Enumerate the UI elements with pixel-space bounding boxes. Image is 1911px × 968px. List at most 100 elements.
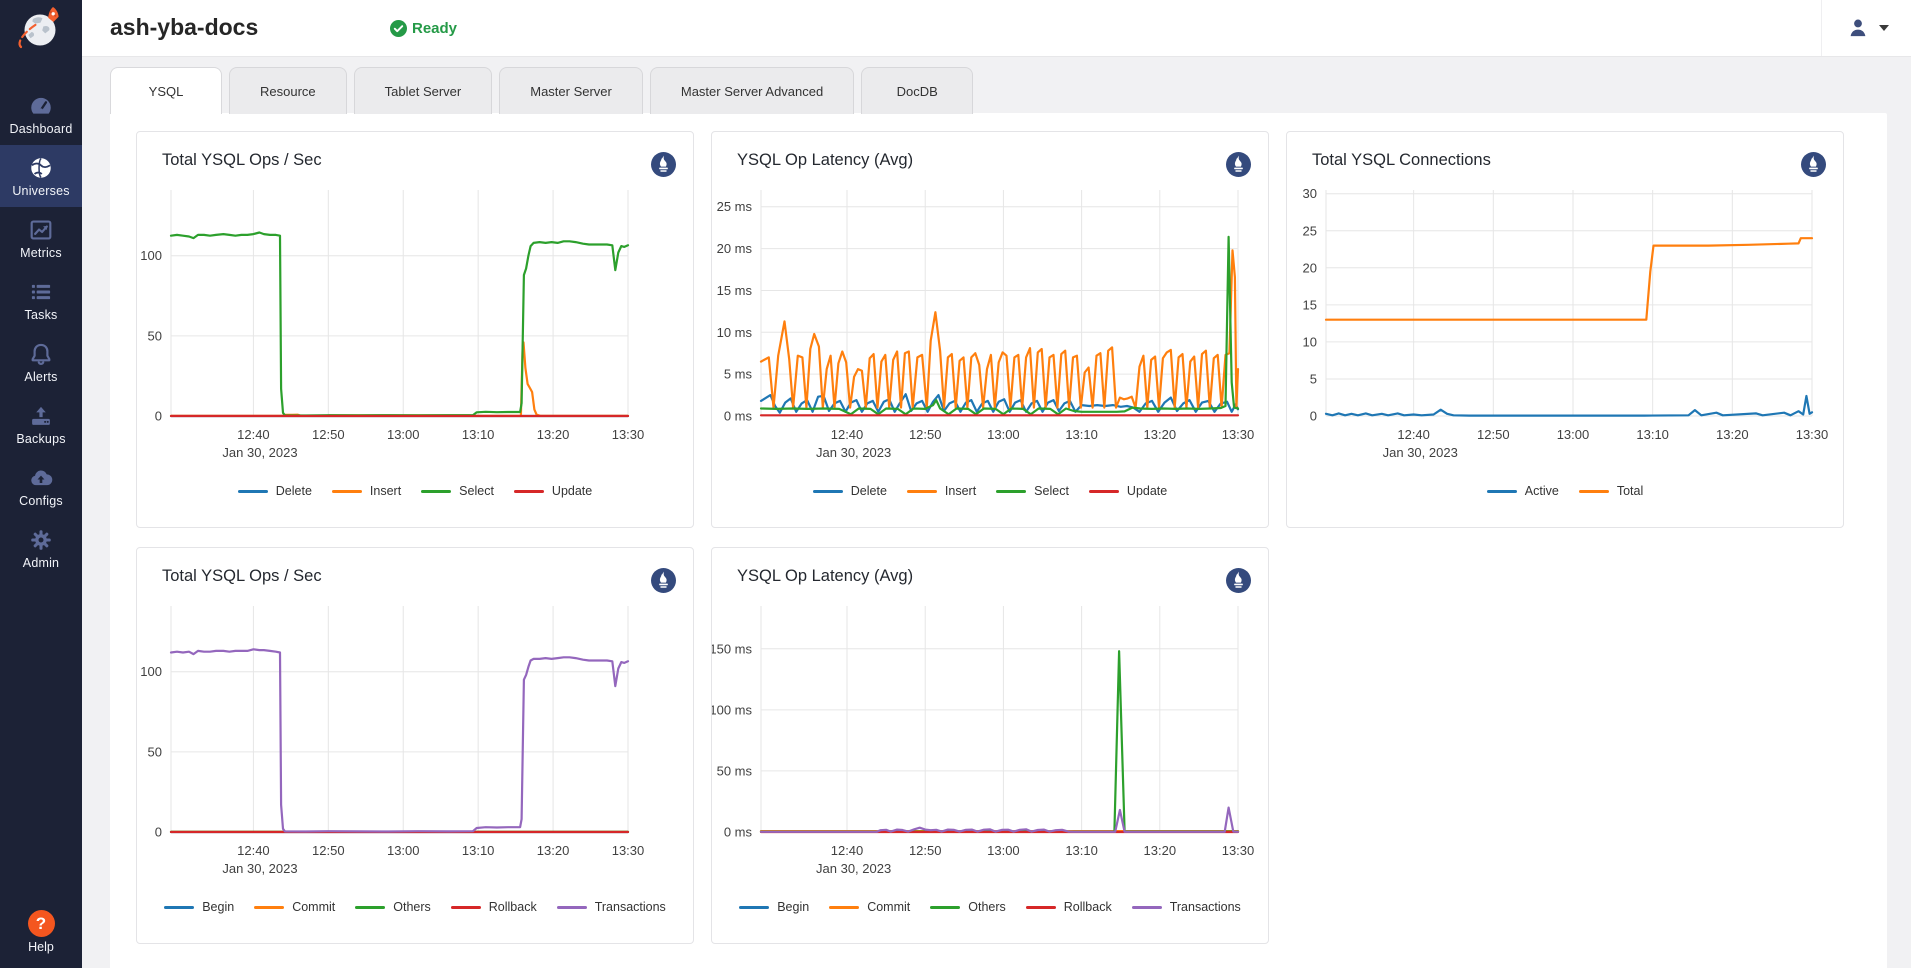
x-tick-label: 12:50 bbox=[909, 427, 942, 442]
y-tick-label: 15 bbox=[1303, 297, 1317, 312]
legend-swatch bbox=[557, 906, 587, 909]
legend-item-delete[interactable]: Delete bbox=[813, 484, 887, 498]
status-label: Ready bbox=[412, 20, 457, 37]
y-tick-label: 100 bbox=[140, 664, 162, 679]
legend-item-update[interactable]: Update bbox=[1089, 484, 1167, 498]
tab-tablet-server[interactable]: Tablet Server bbox=[354, 67, 493, 114]
x-tick-label: 12:50 bbox=[312, 843, 345, 858]
tab-master-server[interactable]: Master Server bbox=[499, 67, 643, 114]
admin-icon bbox=[28, 527, 54, 553]
x-tick-label: 13:20 bbox=[537, 843, 570, 858]
chart-legend: Delete Insert Select Update bbox=[712, 484, 1268, 498]
x-tick-label: 13:00 bbox=[987, 843, 1020, 858]
legend-item-commit[interactable]: Commit bbox=[254, 900, 335, 914]
chart-legend: Begin Commit Others Rollback Transactions bbox=[137, 900, 693, 914]
legend-label: Total bbox=[1617, 484, 1643, 498]
x-tick-label: 12:40 bbox=[237, 427, 270, 442]
sidebar-item-help[interactable]: ? Help bbox=[0, 910, 82, 954]
sidebar-item-tasks[interactable]: Tasks bbox=[0, 269, 82, 331]
sidebar-item-alerts[interactable]: Alerts bbox=[0, 331, 82, 393]
legend-swatch bbox=[813, 490, 843, 493]
legend-label: Transactions bbox=[1170, 900, 1241, 914]
legend-item-delete[interactable]: Delete bbox=[238, 484, 312, 498]
legend-label: Update bbox=[552, 484, 592, 498]
series-line-others bbox=[761, 651, 1238, 831]
prometheus-icon[interactable] bbox=[650, 151, 677, 178]
legend-item-select[interactable]: Select bbox=[996, 484, 1069, 498]
help-label: Help bbox=[0, 940, 82, 954]
status-badge: Ready bbox=[390, 20, 457, 37]
legend-label: Select bbox=[1034, 484, 1069, 498]
legend-label: Begin bbox=[202, 900, 234, 914]
legend-item-transactions[interactable]: Transactions bbox=[557, 900, 666, 914]
x-tick-label: 13:30 bbox=[1222, 843, 1255, 858]
x-tick-label: 13:20 bbox=[1144, 843, 1177, 858]
prometheus-icon[interactable] bbox=[1225, 567, 1252, 594]
chart-title: Total YSQL Ops / Sec bbox=[162, 567, 322, 586]
y-tick-label: 50 ms bbox=[717, 763, 753, 778]
chart-card-4: YSQL Op Latency (Avg)0 ms50 ms100 ms150 … bbox=[711, 547, 1269, 944]
legend-item-transactions[interactable]: Transactions bbox=[1132, 900, 1241, 914]
series-line-insert bbox=[171, 342, 628, 416]
legend-item-begin[interactable]: Begin bbox=[739, 900, 809, 914]
chart-title: Total YSQL Ops / Sec bbox=[162, 151, 322, 170]
chart-plot: 0 ms5 ms10 ms15 ms20 ms25 ms12:4012:5013… bbox=[712, 178, 1268, 470]
universe-title: ash-yba-docs bbox=[110, 14, 258, 41]
prometheus-icon[interactable] bbox=[1225, 151, 1252, 178]
x-tick-label: 13:10 bbox=[1065, 843, 1098, 858]
legend-item-total[interactable]: Total bbox=[1579, 484, 1643, 498]
chart-title: Total YSQL Connections bbox=[1312, 151, 1491, 170]
x-tick-label: 12:50 bbox=[909, 843, 942, 858]
yugabyte-logo-icon[interactable] bbox=[0, 0, 82, 57]
chart-card-header: Total YSQL Ops / Sec bbox=[137, 132, 693, 178]
sidebar-item-configs[interactable]: Configs bbox=[0, 455, 82, 517]
sidebar-item-metrics[interactable]: Metrics bbox=[0, 207, 82, 269]
legend-item-active[interactable]: Active bbox=[1487, 484, 1559, 498]
help-icon: ? bbox=[28, 910, 55, 937]
legend-item-rollback[interactable]: Rollback bbox=[1026, 900, 1112, 914]
legend-label: Others bbox=[968, 900, 1006, 914]
screen: DashboardUniversesMetrics Tasks AlertsBack… bbox=[0, 0, 1911, 968]
legend-item-rollback[interactable]: Rollback bbox=[451, 900, 537, 914]
y-tick-label: 20 bbox=[1303, 260, 1317, 275]
sidebar-item-dashboard[interactable]: Dashboard bbox=[0, 83, 82, 145]
x-tick-label: 13:10 bbox=[462, 427, 495, 442]
sidebar-item-label: Admin bbox=[0, 556, 82, 570]
tab-master-server-advanced[interactable]: Master Server Advanced bbox=[650, 67, 854, 114]
y-tick-label: 20 ms bbox=[717, 241, 753, 256]
tab-docdb[interactable]: DocDB bbox=[861, 67, 973, 114]
legend-item-update[interactable]: Update bbox=[514, 484, 592, 498]
sidebar-item-universes[interactable]: Universes bbox=[0, 145, 82, 207]
legend-item-begin[interactable]: Begin bbox=[164, 900, 234, 914]
sidebar-item-label: Tasks bbox=[0, 308, 82, 322]
legend-swatch bbox=[238, 490, 268, 493]
user-menu[interactable] bbox=[1821, 0, 1911, 56]
legend-swatch bbox=[1132, 906, 1162, 909]
sidebar-item-backups[interactable]: Backups bbox=[0, 393, 82, 455]
legend-item-select[interactable]: Select bbox=[421, 484, 494, 498]
y-tick-label: 0 bbox=[155, 409, 162, 424]
legend-swatch bbox=[421, 490, 451, 493]
chart-card-header: Total YSQL Connections bbox=[1287, 132, 1843, 178]
x-tick-label: 13:30 bbox=[1796, 427, 1829, 442]
legend-swatch bbox=[1487, 490, 1517, 493]
legend-item-insert[interactable]: Insert bbox=[907, 484, 976, 498]
legend-item-insert[interactable]: Insert bbox=[332, 484, 401, 498]
chart-cards: Total YSQL Ops / Sec05010012:4012:5013:0… bbox=[136, 131, 1848, 944]
y-tick-label: 100 ms bbox=[712, 702, 752, 717]
legend-item-commit[interactable]: Commit bbox=[829, 900, 910, 914]
legend-item-others[interactable]: Others bbox=[930, 900, 1006, 914]
x-axis-date-label: Jan 30, 2023 bbox=[816, 861, 891, 876]
chart-card-header: YSQL Op Latency (Avg) bbox=[712, 548, 1268, 594]
chart-plot: 05010012:4012:5013:0013:1013:2013:30Jan … bbox=[137, 178, 693, 470]
x-tick-label: 13:00 bbox=[987, 427, 1020, 442]
legend-label: Rollback bbox=[1064, 900, 1112, 914]
tab-ysql[interactable]: YSQL bbox=[110, 67, 222, 114]
legend-swatch bbox=[332, 490, 362, 493]
x-tick-label: 12:40 bbox=[1397, 427, 1430, 442]
sidebar-item-admin[interactable]: Admin bbox=[0, 517, 82, 579]
tab-resource[interactable]: Resource bbox=[229, 67, 347, 114]
prometheus-icon[interactable] bbox=[650, 567, 677, 594]
legend-item-others[interactable]: Others bbox=[355, 900, 431, 914]
prometheus-icon[interactable] bbox=[1800, 151, 1827, 178]
